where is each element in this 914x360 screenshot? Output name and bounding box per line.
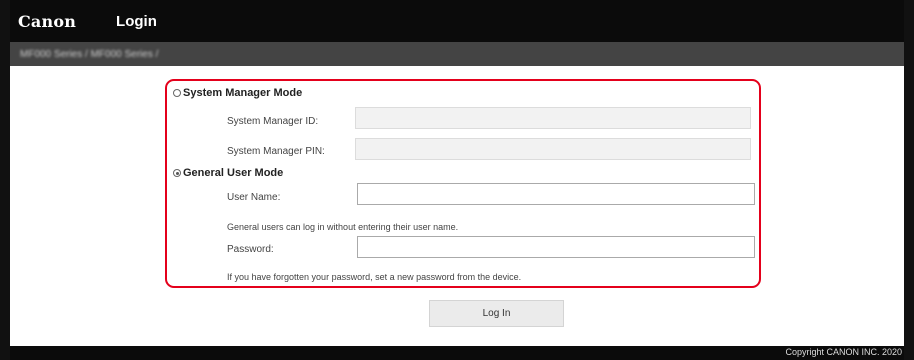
login-form: System Manager Mode System Manager ID: S… xyxy=(165,79,761,288)
device-bar: MF000 Series / MF000 Series / xyxy=(10,42,904,66)
password-label: Password: xyxy=(227,244,274,255)
canon-logo: Canon xyxy=(18,11,77,31)
user-name-hint: General users can log in without enterin… xyxy=(227,222,459,232)
device-name: MF000 Series / MF000 Series / xyxy=(20,48,159,60)
system-manager-mode-option[interactable]: System Manager Mode xyxy=(173,87,302,99)
log-in-button[interactable]: Log In xyxy=(429,300,564,327)
system-manager-mode-radio[interactable] xyxy=(173,89,181,97)
system-manager-id-label: System Manager ID: xyxy=(227,116,319,127)
copyright-text: Copyright CANON INC. 2020 xyxy=(785,347,902,357)
user-name-field[interactable] xyxy=(357,183,755,205)
general-user-mode-label: General User Mode xyxy=(183,167,284,179)
page-title: Login xyxy=(116,12,157,30)
system-manager-id-field[interactable] xyxy=(355,107,751,129)
password-hint: If you have forgotten your password, set… xyxy=(227,272,522,282)
system-manager-mode-label: System Manager Mode xyxy=(183,87,303,99)
top-bar: Canon Login xyxy=(10,0,904,42)
system-manager-pin-label: System Manager PIN: xyxy=(227,146,325,157)
user-name-label: User Name: xyxy=(227,192,281,203)
footer: Copyright CANON INC. 2020 xyxy=(10,346,904,360)
system-manager-pin-field[interactable] xyxy=(355,138,751,160)
general-user-mode-option[interactable]: General User Mode xyxy=(173,167,283,179)
general-user-mode-radio[interactable] xyxy=(173,169,181,177)
password-field[interactable] xyxy=(357,236,755,258)
login-page: Canon Login MF000 Series / MF000 Series … xyxy=(0,0,914,360)
